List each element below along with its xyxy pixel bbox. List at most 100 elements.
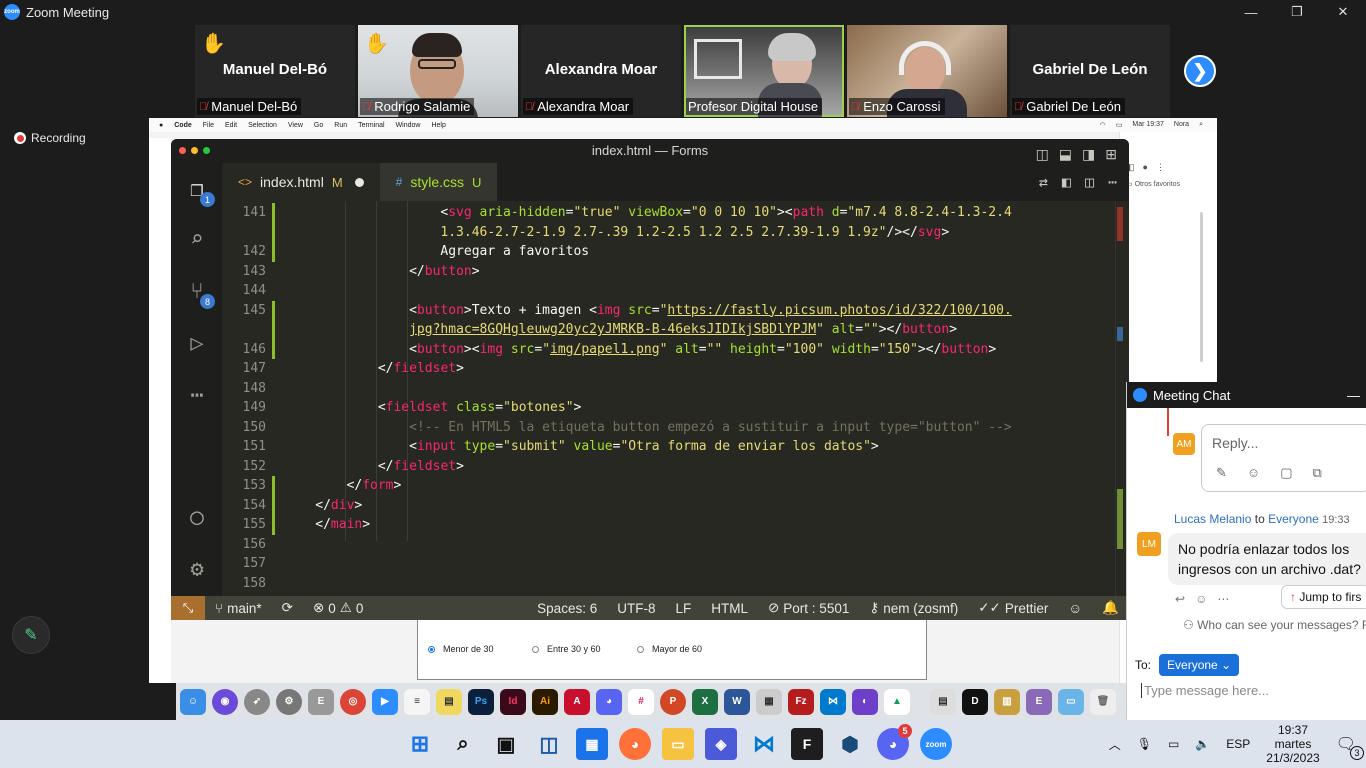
sender-name[interactable]: Lucas Melanio [1174,512,1251,526]
zowe-user[interactable]: ⚷ nem (zosmf) [859,600,968,616]
participant-tile[interactable]: 🎙̸ Enzo Carossi [847,25,1007,117]
split-editor-icon[interactable]: ◫ [1085,173,1094,191]
zoom-dot[interactable] [203,147,210,154]
taskbar-clock[interactable]: 19:37 martes 21/3/2023 [1266,723,1319,765]
discord-icon[interactable]: ◕ [596,688,622,715]
vscode-dock-icon[interactable]: ⋈ [820,688,846,715]
code-line[interactable]: 154 </div> [222,496,1102,516]
virtualbox-icon[interactable]: ⬢ [834,728,866,760]
code-line[interactable]: 1.3.46-2.7-2-1.9 2.7-.39 1.2-2.5 1.2 2.5… [222,223,1102,243]
accounts-icon[interactable]: ◯ [183,503,211,531]
finder-icon[interactable]: ☺ [180,688,206,715]
script-editor-icon[interactable]: E [308,688,334,715]
code-line[interactable]: 155 </main> [222,515,1102,535]
recipient-dropdown[interactable]: Everyone ⌄ [1159,654,1240,676]
copilot-icon[interactable]: ◈ [705,728,737,760]
powerpoint-icon[interactable]: P [660,688,686,715]
language-mode[interactable]: HTML [701,601,758,616]
close-dot[interactable] [179,147,186,154]
participant-tile[interactable]: ✋ 🎙̸ Rodrigo Salamie [358,25,518,117]
code-line[interactable]: 142 Agregar a favoritos [222,242,1102,262]
menu-item[interactable]: Run [334,122,347,129]
battery-icon[interactable]: ▭ [1168,737,1179,751]
code-line[interactable]: 156 [222,535,1102,555]
volume-icon[interactable]: 🔈 [1195,737,1210,751]
emoji-icon[interactable]: ☺ [1247,465,1260,481]
microphone-icon[interactable]: 🎙 [1137,737,1152,751]
photoshop-icon[interactable]: Ps [468,688,494,715]
menu-item[interactable]: Edit [225,122,237,129]
code-line[interactable]: 153 </form> [222,476,1102,496]
notification-center-icon[interactable]: 🗨 3 [1336,734,1364,760]
participant-tile[interactable]: Alexandra Moar 🎙̸ Alexandra Moar [521,25,681,117]
add-reaction-icon[interactable]: ☺ [1195,592,1207,606]
chevron-up-icon[interactable]: ︿ [1109,736,1121,753]
more-views-icon[interactable]: ⋯ [183,381,211,409]
radio-option[interactable]: Mayor de 60 [637,644,702,654]
jump-to-first-button[interactable]: ↑ Jump to firs [1281,585,1366,609]
language-indicator[interactable]: ESP [1226,737,1250,751]
code-line[interactable]: 145 <button>Texto + imagen <img src="http… [222,301,1102,321]
format-icon[interactable]: ✎ [1216,465,1227,481]
prettier-status[interactable]: ✓✓ Prettier [968,600,1058,616]
search-icon[interactable]: ⌕ [447,728,479,760]
visibility-hint[interactable]: ⚇ Who can see your messages? Re [1183,618,1366,632]
google-drive-icon[interactable]: ▲ [884,688,910,715]
sync-icon[interactable]: ⟳ [272,600,303,616]
open-preview-icon[interactable]: ◧ [1062,173,1071,191]
message-bubble[interactable]: No podría enlazar todos los ingresos con… [1168,533,1366,585]
reply-icon[interactable]: ↩ [1175,592,1185,606]
vscode-taskbar-icon[interactable]: ⋈ [748,728,780,760]
radio-button[interactable] [637,645,644,653]
more-actions-icon[interactable]: ⋯ [1108,173,1117,191]
code-line[interactable]: 152 </fieldset> [222,457,1102,477]
menu-item[interactable]: Help [431,122,445,129]
end-of-line[interactable]: LF [665,601,701,616]
annotate-pencil-button[interactable]: ✎ [12,616,50,654]
filezilla-icon[interactable]: Fz [788,688,814,715]
siri-icon[interactable]: ◉ [212,688,238,715]
trash-icon[interactable]: 🗑 [1090,688,1116,715]
problems-indicator[interactable]: ⊗ 0 ⚠ 0 [303,600,373,616]
windows-start-icon[interactable]: ⊞ [404,728,436,760]
tab-style-css[interactable]: # style.css U [379,163,498,201]
encoding[interactable]: UTF-8 [607,601,665,616]
widgets-icon[interactable]: ◫ [533,728,565,760]
close-button[interactable]: ✕ [1320,0,1366,24]
code-line[interactable]: 144 [222,281,1102,301]
menu-item[interactable]: View [288,122,303,129]
task-view-icon[interactable]: ▣ [490,728,522,760]
code-line[interactable]: 148 [222,379,1102,399]
settings-gear-icon[interactable]: ⚙ [183,555,211,583]
stickies-icon[interactable]: ▤ [436,688,462,715]
menu-item[interactable]: Code [174,122,192,129]
code-line[interactable]: 158 [222,574,1102,594]
minimize-dot[interactable] [191,147,198,154]
unsaved-dot-icon[interactable] [354,177,364,187]
zoom-taskbar-icon[interactable]: zoom [920,728,952,760]
live-server[interactable]: ⊘ Port : 5501 [758,600,859,616]
radio-option[interactable]: Menor de 30 [428,644,494,654]
launchpad-icon[interactable]: ➶ [244,688,270,715]
radio-button[interactable] [532,645,539,653]
code-line[interactable]: 141 <svg aria-hidden="true" viewBox="0 0 … [222,203,1102,223]
code-line[interactable]: 146 <button><img src="img/papel1.png" alt… [222,340,1102,360]
remote-indicator-icon[interactable]: ⤡ [171,596,205,620]
menu-item[interactable]: Go [314,122,323,129]
tab-index-html[interactable]: <> index.html M [222,163,380,201]
code-editor[interactable]: 141 <svg aria-hidden="true" viewBox="0 0 … [222,201,1129,596]
menu-item[interactable]: File [203,122,214,129]
minimize-button[interactable]: — [1228,0,1274,24]
more-icon[interactable]: ⋯ [1217,592,1229,606]
explorer-icon[interactable]: ❐ 1 [183,175,215,207]
code-line[interactable]: 147 </fieldset> [222,359,1102,379]
participant-tile[interactable]: Gabriel De León 🎙̸ Gabriel De León [1010,25,1170,117]
git-branch[interactable]: ⑂ main* [205,601,272,616]
feedback-icon[interactable]: ☺ [1058,601,1092,616]
radio-option[interactable]: Entre 30 y 60 [532,644,601,654]
indesign-icon[interactable]: Id [500,688,526,715]
radio-button[interactable] [428,645,435,653]
chat-minimize-button[interactable]: — [1347,388,1366,403]
next-participants-button[interactable]: ❯ [1184,55,1216,87]
system-preferences-icon[interactable]: ⚙ [276,688,302,715]
